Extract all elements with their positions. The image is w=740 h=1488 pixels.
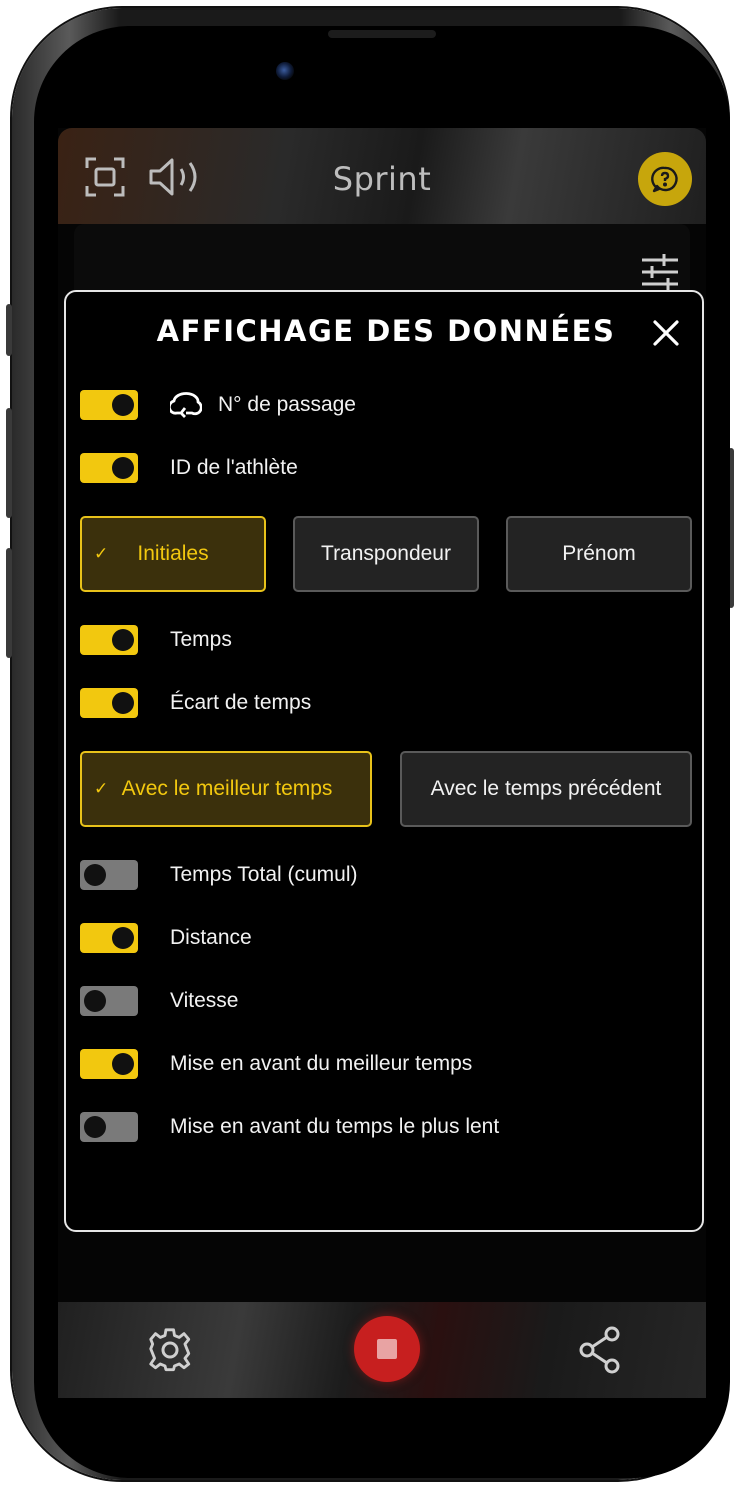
row-time: Temps (80, 623, 232, 657)
option-firstname[interactable]: Prénom (506, 516, 692, 592)
row-label-highlight-slowest: Mise en avant du temps le plus lent (170, 1115, 500, 1138)
data-display-modal: AFFICHAGE DES DONNÉES N° de passage ID d… (64, 290, 704, 1232)
help-chat-icon (651, 166, 678, 193)
toggle-knob (112, 394, 134, 416)
top-bar: Sprint (58, 128, 706, 224)
phone-volume-down (6, 548, 12, 658)
filter-sliders-icon[interactable] (640, 250, 680, 290)
toggle-knob (112, 457, 134, 479)
settings-gear-icon[interactable] (146, 1326, 194, 1374)
stop-icon (377, 1339, 397, 1359)
toggle-knob (112, 692, 134, 714)
row-label-lap-number: N° de passage (218, 393, 356, 416)
row-label-distance: Distance (170, 926, 252, 949)
option-firstname-label: Prénom (562, 542, 636, 565)
option-transponder[interactable]: Transpondeur (293, 516, 479, 592)
bottom-bar (58, 1302, 706, 1398)
row-time-gap: Écart de temps (80, 686, 311, 720)
toggle-highlight-slowest[interactable] (80, 1112, 138, 1142)
stop-button[interactable] (354, 1316, 420, 1382)
toggle-knob (112, 1053, 134, 1075)
share-icon[interactable] (578, 1326, 622, 1374)
modal-title: AFFICHAGE DES DONNÉES (156, 314, 616, 348)
toggle-total-time[interactable] (80, 860, 138, 890)
option-best-time[interactable]: ✓ Avec le meilleur temps (80, 751, 372, 827)
option-previous-time[interactable]: Avec le temps précédent (400, 751, 692, 827)
row-total-time: Temps Total (cumul) (80, 858, 358, 892)
toggle-knob (112, 629, 134, 651)
help-button[interactable] (638, 152, 692, 206)
loop-icon (170, 392, 202, 418)
toggle-time[interactable] (80, 625, 138, 655)
toggle-lap-number[interactable] (80, 390, 138, 420)
row-speed: Vitesse (80, 984, 239, 1018)
option-initials-label: Initiales (137, 542, 209, 565)
toggle-highlight-best[interactable] (80, 1049, 138, 1079)
toggle-knob (84, 1116, 106, 1138)
row-distance: Distance (80, 921, 252, 955)
toggle-knob (84, 990, 106, 1012)
phone-screen: Sprint AFFICHAGE DES DONNÉES N° de passa… (34, 26, 730, 1478)
row-athlete-id: ID de l'athlète (80, 451, 298, 485)
phone-frame: Sprint AFFICHAGE DES DONNÉES N° de passa… (6, 8, 734, 1480)
toggle-knob (112, 927, 134, 949)
option-initials[interactable]: ✓ Initiales (80, 516, 266, 592)
row-label-speed: Vitesse (170, 989, 239, 1012)
option-transponder-label: Transpondeur (321, 542, 451, 565)
phone-volume-up (6, 408, 12, 518)
row-highlight-best: Mise en avant du meilleur temps (80, 1047, 472, 1081)
row-label-time: Temps (170, 628, 232, 651)
row-lap-number: N° de passage (80, 388, 356, 422)
row-highlight-slowest: Mise en avant du temps le plus lent (80, 1110, 499, 1144)
check-icon: ✓ (94, 544, 109, 563)
option-best-time-label: Avec le meilleur temps (121, 777, 333, 800)
app-title: Sprint (332, 160, 432, 198)
app-window: Sprint AFFICHAGE DES DONNÉES N° de passa… (58, 128, 706, 1398)
row-label-highlight-best: Mise en avant du meilleur temps (170, 1052, 473, 1075)
toggle-knob (84, 864, 106, 886)
row-label-time-gap: Écart de temps (170, 691, 312, 714)
option-previous-time-label: Avec le temps précédent (430, 777, 662, 800)
toggle-speed[interactable] (80, 986, 138, 1016)
row-label-athlete-id: ID de l'athlète (170, 456, 298, 479)
phone-side-button (6, 304, 12, 356)
close-icon[interactable] (651, 318, 681, 348)
toggle-time-gap[interactable] (80, 688, 138, 718)
check-icon: ✓ (94, 779, 109, 798)
front-camera (276, 62, 294, 80)
speaker-slot (328, 30, 436, 38)
row-label-total-time: Temps Total (cumul) (170, 863, 358, 886)
toggle-athlete-id[interactable] (80, 453, 138, 483)
toggle-distance[interactable] (80, 923, 138, 953)
